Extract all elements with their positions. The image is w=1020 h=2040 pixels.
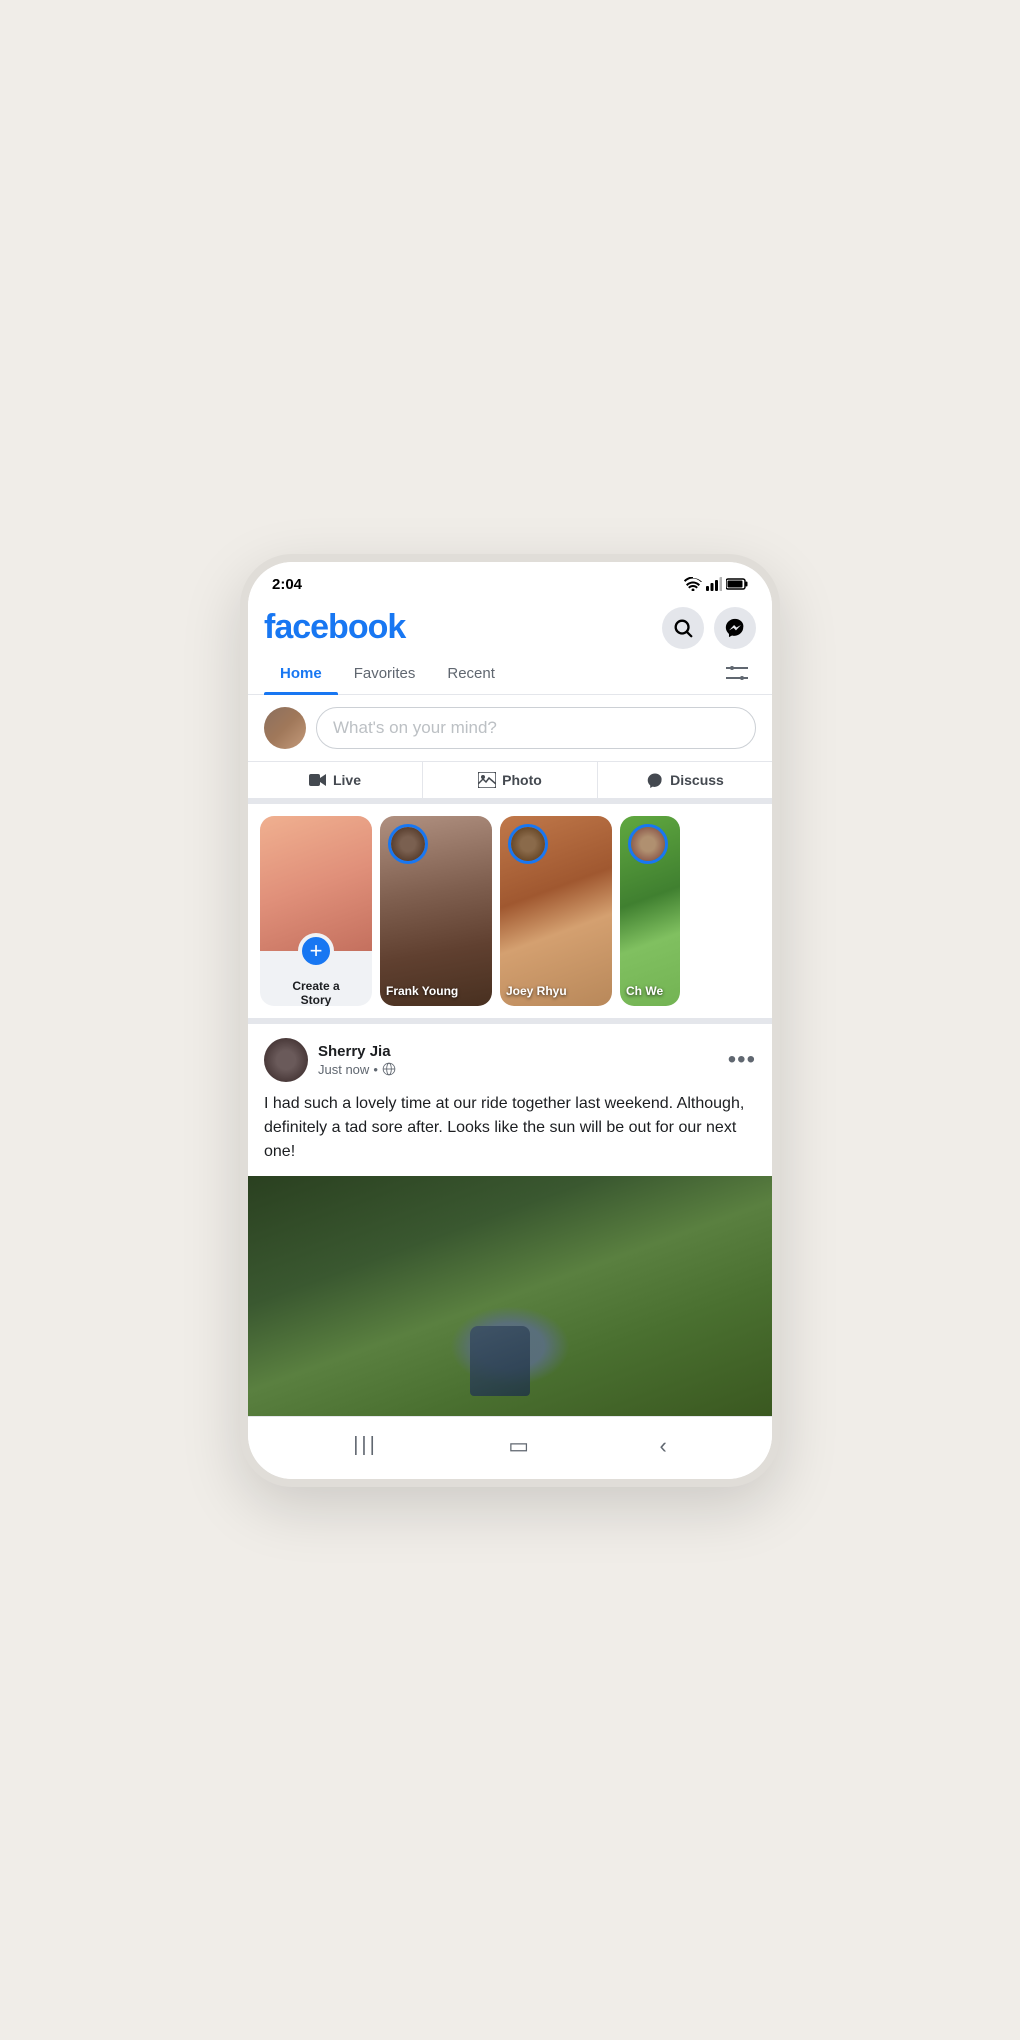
story-frank-name: Frank Young xyxy=(386,984,486,998)
story-joey-avatar-ring xyxy=(508,824,548,864)
composer-avatar xyxy=(264,707,306,749)
signal-icon xyxy=(706,577,722,591)
post-actions: Live Photo Discuss xyxy=(248,762,772,804)
filter-button[interactable] xyxy=(718,656,756,690)
stories-section: + Create a Story Frank Young Joey Rhyu xyxy=(248,804,772,1024)
back-button[interactable]: ‹ xyxy=(659,1433,666,1459)
discuss-button[interactable]: Discuss xyxy=(598,762,772,798)
story-frank-avatar xyxy=(391,827,425,861)
app-header: facebook xyxy=(248,601,772,649)
bottom-nav-bar: ||| ▭ ‹ xyxy=(248,1416,772,1479)
facebook-logo: facebook xyxy=(264,608,405,647)
status-icons xyxy=(684,577,748,591)
story-joey[interactable]: Joey Rhyu xyxy=(500,816,612,1006)
post-composer: What's on your mind? xyxy=(248,695,772,762)
search-button[interactable] xyxy=(662,607,704,649)
recents-button[interactable]: ||| xyxy=(353,1434,378,1457)
story-ch-avatar xyxy=(631,827,665,861)
nav-tabs: Home Favorites Recent xyxy=(248,653,772,695)
image-icon xyxy=(478,772,496,788)
messenger-button[interactable] xyxy=(714,607,756,649)
wifi-icon xyxy=(684,577,702,591)
phone-frame: 2:04 facebook xyxy=(240,554,780,1487)
home-button[interactable]: ▭ xyxy=(508,1433,529,1459)
post-separator: • xyxy=(373,1062,378,1077)
post-user-info: Sherry Jia Just now • xyxy=(318,1043,718,1077)
discuss-icon xyxy=(646,772,664,788)
story-ch-name: Ch We xyxy=(626,984,674,998)
post-meta: Just now • xyxy=(318,1062,718,1077)
search-icon xyxy=(672,617,694,639)
create-story-avatar-image xyxy=(260,816,372,951)
composer-avatar-image xyxy=(264,707,306,749)
story-frank[interactable]: Frank Young xyxy=(380,816,492,1006)
post-privacy-icon xyxy=(382,1062,396,1076)
story-frank-avatar-ring xyxy=(388,824,428,864)
post-image xyxy=(248,1176,772,1416)
post-more-button[interactable]: ••• xyxy=(728,1048,756,1072)
tab-favorites[interactable]: Favorites xyxy=(338,653,432,694)
post-content-text: I had such a lovely time at our ride tog… xyxy=(248,1092,772,1176)
add-story-icon: + xyxy=(298,933,334,969)
create-story-bg: + xyxy=(260,816,372,951)
feed-post: Sherry Jia Just now • ••• I had such a l… xyxy=(248,1024,772,1416)
story-joey-avatar xyxy=(511,827,545,861)
tab-home[interactable]: Home xyxy=(264,653,338,694)
live-button[interactable]: Live xyxy=(248,762,423,798)
tab-recent[interactable]: Recent xyxy=(431,653,511,694)
post-author-avatar xyxy=(264,1038,308,1082)
composer-input[interactable]: What's on your mind? xyxy=(316,707,756,749)
story-ch-avatar-ring xyxy=(628,824,668,864)
post-timestamp: Just now xyxy=(318,1062,369,1077)
status-bar: 2:04 xyxy=(248,562,772,601)
photo-button[interactable]: Photo xyxy=(423,762,598,798)
status-time: 2:04 xyxy=(272,576,302,593)
story-ch[interactable]: Ch We xyxy=(620,816,680,1006)
post-username[interactable]: Sherry Jia xyxy=(318,1043,718,1060)
post-header: Sherry Jia Just now • ••• xyxy=(248,1024,772,1092)
header-icons xyxy=(662,607,756,649)
messenger-icon xyxy=(724,617,746,639)
filter-icon xyxy=(726,664,748,682)
video-icon xyxy=(309,773,327,787)
story-joey-name: Joey Rhyu xyxy=(506,984,606,998)
battery-icon xyxy=(726,578,748,590)
create-story-card[interactable]: + Create a Story xyxy=(260,816,372,1006)
